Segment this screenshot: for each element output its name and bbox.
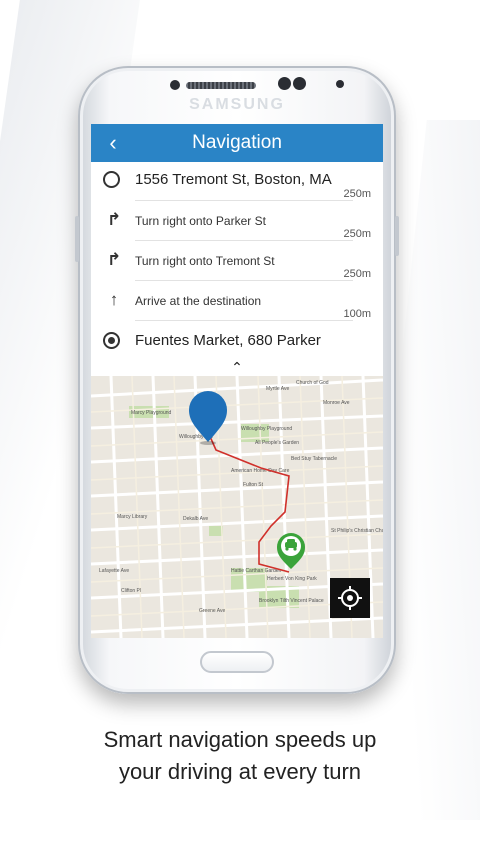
app-screen: ‹ Navigation 1556 Tremont St, Boston, MA… [91, 124, 383, 638]
map-label: Bed Stuy Tabernacle [291, 456, 337, 462]
map-view[interactable]: Myrtle Ave Willoughby Ave Willoughby Playg… [91, 376, 383, 638]
volume-button [75, 216, 79, 262]
home-button[interactable] [200, 651, 274, 673]
map-label: Monroe Ave [323, 400, 350, 406]
arrow-up-icon: ↑ [109, 290, 119, 309]
map-label: Lafayette Ave [99, 568, 129, 574]
map-label: Willoughby Playground [241, 426, 292, 432]
chevron-up-icon: ⌃ [231, 359, 243, 375]
step-distance: 100m [343, 308, 371, 320]
map-label: Greene Ave [199, 608, 226, 614]
phone-frame: SAMSUNG ‹ Navigation 1556 Tremont St, Bo… [75, 66, 399, 694]
map-label: Marcy Playground [131, 410, 172, 416]
sensor-icon [170, 80, 180, 90]
step-distance: 250m [343, 188, 371, 200]
step-distance: 250m [343, 228, 371, 240]
divider [135, 280, 353, 281]
app-bar: ‹ Navigation [91, 124, 383, 162]
caption-line-1: Smart navigation speeds up [103, 727, 377, 752]
origin-address: 1556 Tremont St, Boston, MA [135, 171, 332, 188]
my-location-button[interactable] [330, 578, 370, 618]
map-label: All People's Garden [255, 440, 299, 446]
step-row[interactable]: ↱ Turn right onto Parker St 250m [91, 200, 383, 240]
divider [135, 240, 353, 241]
earpiece [186, 82, 256, 89]
turn-right-icon: ↱ [106, 210, 122, 229]
step-instruction: Turn right onto Tremont St [135, 254, 275, 268]
page-title: Navigation [192, 132, 282, 153]
divider [135, 200, 353, 201]
map-label: Dekalb Ave [183, 516, 208, 522]
caption: Smart navigation speeds up your driving … [0, 724, 480, 788]
origin-row[interactable]: 1556 Tremont St, Boston, MA 250m [91, 162, 383, 200]
turn-right-icon: ↱ [106, 250, 122, 269]
destination-address: Fuentes Market, 680 Parker [135, 332, 321, 349]
map-label: Fulton St [243, 482, 264, 488]
power-button [395, 216, 399, 256]
step-row[interactable]: ↑ Arrive at the destination 100m [91, 280, 383, 320]
phone-top-bezel: SAMSUNG [78, 66, 396, 124]
divider [135, 320, 353, 321]
brand-logo: SAMSUNG [189, 96, 285, 113]
step-distance: 250m [343, 268, 371, 280]
map-label: Church of God [296, 380, 329, 386]
map-label: Myrtle Ave [266, 386, 289, 392]
light-sensor-icon [336, 80, 344, 88]
caption-line-2: your driving at every turn [118, 759, 362, 784]
step-instruction: Arrive at the destination [135, 294, 262, 308]
front-camera-icon [278, 77, 291, 90]
destination-row[interactable]: Fuentes Market, 680 Parker [91, 320, 383, 360]
map-label: Brooklyn Tilth Vincent Palace [259, 598, 324, 604]
collapse-handle[interactable]: ⌃ [91, 359, 383, 376]
map-label: Marcy Library [117, 514, 148, 520]
step-instruction: Turn right onto Parker St [135, 214, 266, 228]
origin-circle-icon [103, 171, 120, 188]
step-row[interactable]: ↱ Turn right onto Tremont St 250m [91, 240, 383, 280]
proximity-sensor-icon [293, 77, 306, 90]
map-label: St Philip's Christian Church [331, 528, 383, 534]
destination-circle-icon [103, 332, 120, 349]
map-label: Herbert Von King Park [267, 576, 317, 582]
map-label: Hattie Carthan Garden [231, 568, 282, 574]
map-label: Clifton Pl [121, 588, 141, 594]
